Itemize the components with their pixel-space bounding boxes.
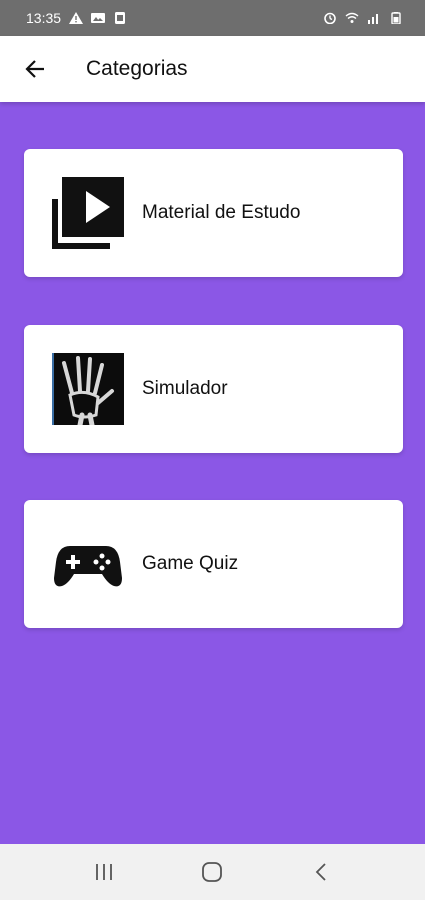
wifi-icon bbox=[345, 12, 359, 23]
category-card-game-quiz[interactable]: Game Quiz bbox=[24, 500, 403, 628]
category-label: Game Quiz bbox=[142, 553, 239, 574]
nav-back-button[interactable] bbox=[297, 852, 345, 892]
recent-apps-icon bbox=[96, 864, 113, 880]
category-card-simulador[interactable]: Simulador bbox=[24, 325, 403, 453]
status-left: 13:35 bbox=[26, 10, 127, 26]
app-bar: Categorias bbox=[0, 36, 425, 102]
recent-apps-button[interactable] bbox=[80, 852, 128, 892]
hand-xray-image bbox=[52, 353, 124, 425]
home-icon bbox=[202, 862, 223, 882]
video-library-icon bbox=[52, 177, 124, 249]
alarm-icon bbox=[324, 12, 336, 24]
back-button[interactable] bbox=[20, 54, 50, 84]
gamepad-icon bbox=[52, 528, 124, 600]
arrow-left-icon bbox=[25, 60, 44, 78]
category-label: Material de Estudo bbox=[142, 202, 301, 223]
page-title: Categorias bbox=[86, 57, 188, 80]
category-card-material[interactable]: Material de Estudo bbox=[24, 149, 403, 277]
status-time: 13:35 bbox=[26, 10, 62, 26]
photo-icon bbox=[91, 13, 106, 23]
category-list: Material de Estudo Simulador Game Quiz bbox=[0, 102, 425, 844]
system-nav-bar bbox=[0, 844, 425, 900]
category-label: Simulador bbox=[142, 378, 228, 399]
battery-icon bbox=[391, 12, 401, 24]
notification-icon bbox=[115, 12, 126, 24]
status-bar: 13:35 bbox=[0, 0, 425, 36]
status-right bbox=[323, 12, 403, 24]
back-icon bbox=[315, 863, 326, 881]
warning-icon bbox=[69, 12, 84, 24]
home-button[interactable] bbox=[188, 852, 236, 892]
signal-icon bbox=[368, 14, 378, 24]
